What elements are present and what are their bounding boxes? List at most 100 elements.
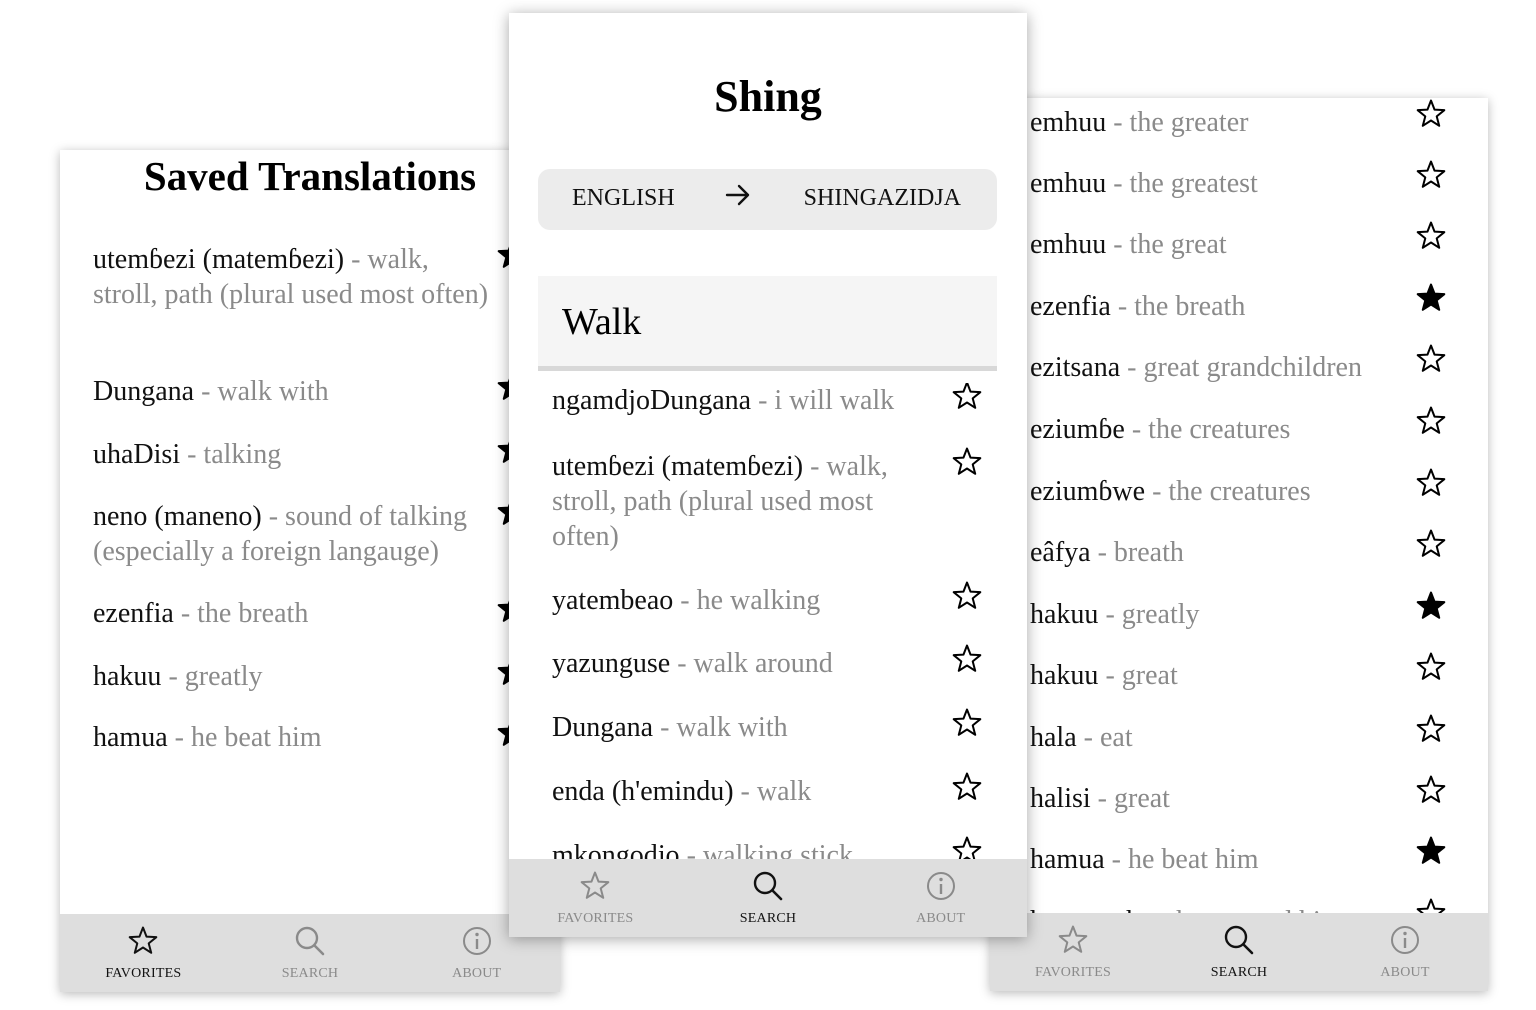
star-outline-icon[interactable]: [952, 581, 982, 611]
word: eziumɓwe: [1030, 476, 1146, 507]
star-outline-icon: [1056, 923, 1090, 957]
list-item[interactable]: yatembeao - he walking: [552, 583, 937, 618]
word: utemɓezi (matemɓezi): [93, 244, 345, 275]
star-outline-icon[interactable]: [1416, 406, 1446, 436]
word: yazunguse: [552, 648, 671, 679]
word: ngamdjoDungana: [552, 385, 752, 416]
tab-label: FAVORITES: [1035, 965, 1111, 980]
list-item[interactable]: emhuu - the greater: [1030, 105, 1410, 140]
list-item[interactable]: uhaDisi - talking: [93, 437, 493, 472]
tab-label: SEARCH: [739, 911, 797, 926]
source-language[interactable]: ENGLISH: [572, 185, 675, 212]
list-item[interactable]: enda (h'emindu) - walk: [552, 774, 937, 809]
list-item[interactable]: ezitsana - great grandchildren: [1030, 350, 1410, 385]
definition: - the creatures: [1145, 476, 1311, 507]
search-icon: [751, 869, 785, 903]
star-outline-icon: [578, 869, 612, 903]
list-item[interactable]: emhuu - the greatest: [1030, 166, 1410, 201]
list-item[interactable]: Dungana - walk with: [93, 374, 493, 409]
star-filled-icon[interactable]: [1416, 283, 1446, 313]
star-outline-icon[interactable]: [1416, 344, 1446, 374]
star-outline-icon[interactable]: [952, 708, 982, 738]
tab-search[interactable]: SEARCH: [1156, 913, 1322, 991]
star-outline-icon[interactable]: [1416, 775, 1446, 805]
list-item[interactable]: Dungana - walk with: [552, 710, 937, 745]
list-item[interactable]: neno (maneno) - sound of talking (especi…: [93, 499, 493, 569]
tab-about[interactable]: ABOUT: [854, 859, 1027, 937]
search-icon: [1222, 923, 1256, 957]
list-item[interactable]: utemɓezi (matemɓezi) - walk, stroll, pat…: [93, 242, 493, 312]
tab-search[interactable]: SEARCH: [227, 914, 394, 992]
search-query[interactable]: Walk: [562, 300, 641, 344]
list-item[interactable]: hamuamba - he greeted him: [1030, 904, 1410, 913]
list-item[interactable]: ngamdjoDungana - i will walk: [552, 383, 937, 418]
star-outline-icon[interactable]: [1416, 160, 1446, 190]
search-input[interactable]: Walk: [538, 276, 997, 371]
star-outline-icon[interactable]: [952, 836, 982, 859]
list-item[interactable]: hamua - he beat him: [1030, 842, 1410, 877]
star-outline-icon[interactable]: [952, 447, 982, 477]
word: neno (maneno): [93, 501, 262, 532]
list-item[interactable]: eziumɓwe - the creatures: [1030, 474, 1410, 509]
list-item[interactable]: yazunguse - walk around: [552, 646, 937, 681]
tab-bar: FAVORITES SEARCH ABOUT: [60, 914, 560, 992]
list-item[interactable]: hala - eat: [1030, 720, 1410, 755]
word: yatembeao: [552, 585, 674, 616]
star-filled-icon[interactable]: [1416, 591, 1446, 621]
star-outline-icon[interactable]: [952, 383, 982, 411]
star-outline-icon[interactable]: [1416, 529, 1446, 559]
definition: - he greeted him: [1153, 906, 1343, 913]
definition: - walk with: [194, 376, 329, 407]
definition: - he beat him: [1104, 844, 1259, 875]
tab-bar: FAVORITES SEARCH ABOUT: [990, 913, 1488, 991]
star-outline-icon[interactable]: [1416, 221, 1446, 251]
list-item[interactable]: hakuu - greatly: [93, 659, 493, 694]
tab-favorites[interactable]: FAVORITES: [60, 914, 227, 992]
list-item[interactable]: emhuu - the great: [1030, 227, 1410, 262]
list-item[interactable]: ezenfia - the breath: [1030, 289, 1410, 324]
star-outline-icon[interactable]: [1416, 714, 1446, 744]
star-outline-icon[interactable]: [952, 772, 982, 802]
list-item[interactable]: hakuu - greatly: [1030, 597, 1410, 632]
arrow-right-icon[interactable]: [724, 181, 752, 216]
list-item[interactable]: mkongodjo - walking stick: [552, 838, 937, 859]
browse-screen: emhuu - the greater emhuu - the greatest e…: [990, 98, 1488, 991]
definition: - walk: [733, 776, 812, 807]
star-outline-icon[interactable]: [1416, 99, 1446, 129]
tab-label: ABOUT: [1380, 965, 1430, 980]
star-outline-icon[interactable]: [1416, 652, 1446, 682]
tab-search[interactable]: SEARCH: [682, 859, 855, 937]
tab-favorites[interactable]: FAVORITES: [509, 859, 682, 937]
list-item[interactable]: eziumɓe - the creatures: [1030, 412, 1410, 447]
list-item[interactable]: utemɓezi (matemɓezi) - walk, stroll, pat…: [552, 449, 937, 554]
tab-label: ABOUT: [452, 966, 502, 981]
tab-label: FAVORITES: [557, 911, 634, 926]
word: eâfya: [1030, 537, 1091, 568]
word: ezitsana: [1030, 352, 1121, 383]
list-item[interactable]: eâfya - breath: [1030, 535, 1410, 570]
tab-about[interactable]: ABOUT: [1322, 913, 1488, 991]
target-language[interactable]: SHINGAZIDJA: [804, 185, 961, 212]
star-outline-icon[interactable]: [1416, 468, 1446, 498]
star-outline-icon[interactable]: [1416, 898, 1446, 913]
list-item[interactable]: hakuu - great: [1030, 658, 1410, 693]
favorites-screen: Saved Translations utemɓezi (matemɓezi) …: [60, 150, 560, 992]
word: ezenfia: [1030, 291, 1111, 322]
definition: - he walking: [673, 585, 821, 616]
word: hakuu: [1030, 660, 1099, 691]
definition: - walking stick: [679, 840, 853, 859]
page-title: Saved Translations: [143, 153, 477, 199]
word: hala: [1030, 722, 1077, 753]
tab-bar: FAVORITES SEARCH ABOUT: [509, 859, 1027, 937]
language-selector[interactable]: ENGLISH SHINGAZIDJA: [538, 169, 997, 230]
definition: - great: [1090, 783, 1170, 814]
list-item[interactable]: halisi - great: [1030, 781, 1410, 816]
list-item[interactable]: ezenfia - the breath: [93, 596, 493, 631]
results-list: ngamdjoDungana - i will walk utemɓezi (ma…: [509, 383, 1027, 859]
word: hamua: [1030, 844, 1105, 875]
star-filled-icon[interactable]: [1416, 836, 1446, 866]
page-title: Shing: [714, 72, 822, 121]
list-item[interactable]: hamua - he beat him: [93, 720, 493, 755]
search-icon: [293, 924, 327, 958]
star-outline-icon[interactable]: [952, 644, 982, 674]
